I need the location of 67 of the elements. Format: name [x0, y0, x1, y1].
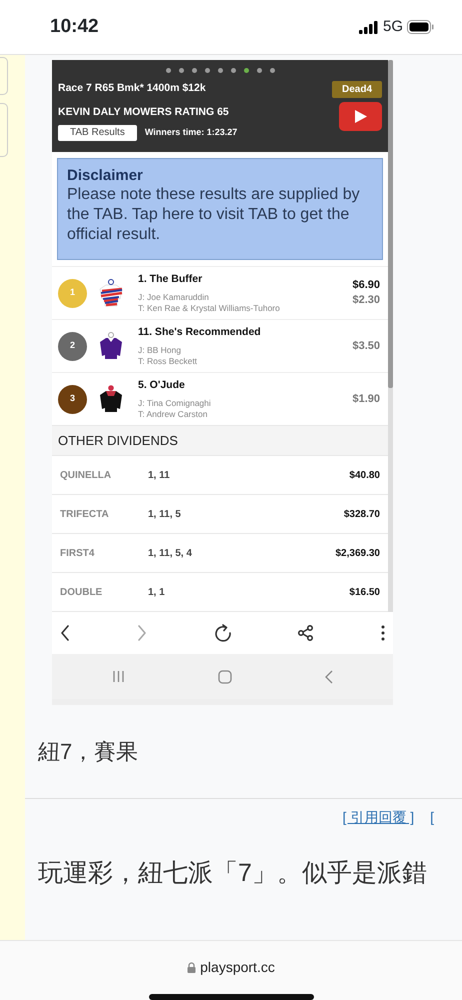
bet-runners: 1, 11	[148, 468, 171, 482]
bet-runners: 1, 11, 5	[148, 508, 182, 522]
disclaimer-title: Disclaimer	[67, 167, 144, 185]
jockey-name: J: BB Hong	[138, 344, 182, 356]
trainer-name: T: Andrew Carston	[138, 408, 208, 420]
jockey-name: J: Tina Comignaghi	[138, 398, 212, 409]
bet-amount: $16.50	[349, 586, 380, 600]
reply-link[interactable]: [	[430, 807, 434, 828]
signal-icon	[358, 20, 379, 34]
trainer-name: T: Ross Beckett	[138, 356, 198, 367]
winners-time: Winners time: 1:23.27	[144, 126, 238, 139]
place-badge: 2	[58, 332, 87, 360]
track-badge: Dead4	[332, 81, 382, 98]
caption-text: 紐7，賽果	[38, 739, 138, 764]
pager-dot[interactable]	[244, 68, 248, 73]
bet-amount: $328.70	[344, 508, 380, 522]
horse-name: 1. The Buffer	[138, 272, 204, 288]
lock-icon	[187, 962, 196, 973]
place-dividend: $1.90	[352, 392, 380, 406]
win-dividend: $6.90	[352, 278, 380, 293]
more-icon[interactable]	[381, 625, 385, 641]
jockey-name: J: Joe Kamaruddin	[138, 292, 210, 303]
place-dividend: $2.30	[352, 293, 380, 308]
trainer-name: T: Ken Rae & Krystal Williams-Tuhoro	[138, 302, 281, 314]
pager-dot[interactable]	[230, 68, 236, 73]
place-badge: 3	[58, 384, 87, 414]
horse-name: 11. She's Recommended	[138, 325, 262, 340]
bet-type: FIRST4	[60, 546, 96, 560]
reload-icon[interactable]	[214, 624, 232, 642]
disclaimer-panel[interactable]: Disclaimer Please note these results are supplied by the TAB. Tap here to visit TAB to get the official result.	[57, 158, 383, 260]
race-title: Race 7 R65 Bmk* 1400m $12k	[58, 81, 207, 96]
share-icon[interactable]	[298, 625, 314, 641]
reply-link[interactable]: [ 引用回覆 ]	[342, 807, 414, 828]
horse-name: 5. O'Jude	[138, 378, 186, 394]
bet-runners: 1, 1	[148, 586, 166, 600]
section-heading: OTHER DIVIDENDS	[58, 432, 178, 450]
home-icon[interactable]	[218, 670, 232, 684]
pager-dot[interactable]	[270, 68, 274, 73]
bet-type: DOUBLE	[60, 586, 104, 600]
place-badge: 1	[58, 278, 87, 308]
bet-runners: 1, 11, 5, 4	[148, 546, 193, 560]
pager-dot[interactable]	[204, 68, 210, 73]
tab-results-button[interactable]: TAB Results	[58, 124, 137, 140]
pager-dot[interactable]	[218, 68, 222, 73]
disclaimer-text: Please note these results are supplied by the TAB. Tap here to visit TAB to get the official result.	[67, 185, 361, 245]
race-name: KEVIN DALY MOWERS RATING 65	[58, 104, 230, 120]
jockey-silks-icon	[98, 279, 124, 307]
bet-type: TRIFECTA	[60, 508, 110, 522]
jockey-silks-icon	[98, 385, 124, 413]
post-text: 玩運彩，紐七派「7」。似乎是派錯	[37, 858, 428, 890]
network-label: 5G	[382, 16, 403, 37]
play-icon	[354, 110, 366, 123]
place-dividend: $3.50	[352, 338, 380, 354]
pager-dot[interactable]	[178, 68, 184, 73]
video-button[interactable]	[339, 102, 382, 131]
address-bar-url[interactable]: playsport.cc	[200, 957, 275, 978]
recents-icon[interactable]	[112, 670, 125, 683]
bet-amount: $2,369.30	[336, 546, 380, 560]
battery-icon	[407, 20, 434, 34]
bet-amount: $40.80	[349, 468, 380, 482]
pager-dot[interactable]	[166, 68, 170, 73]
pager-dot[interactable]	[192, 68, 196, 73]
bet-type: QUINELLA	[60, 468, 112, 482]
jockey-silks-icon	[98, 332, 124, 360]
clock-time: 10:42	[50, 14, 99, 39]
back-icon[interactable]	[60, 625, 70, 641]
pager-dot[interactable]	[256, 68, 262, 73]
